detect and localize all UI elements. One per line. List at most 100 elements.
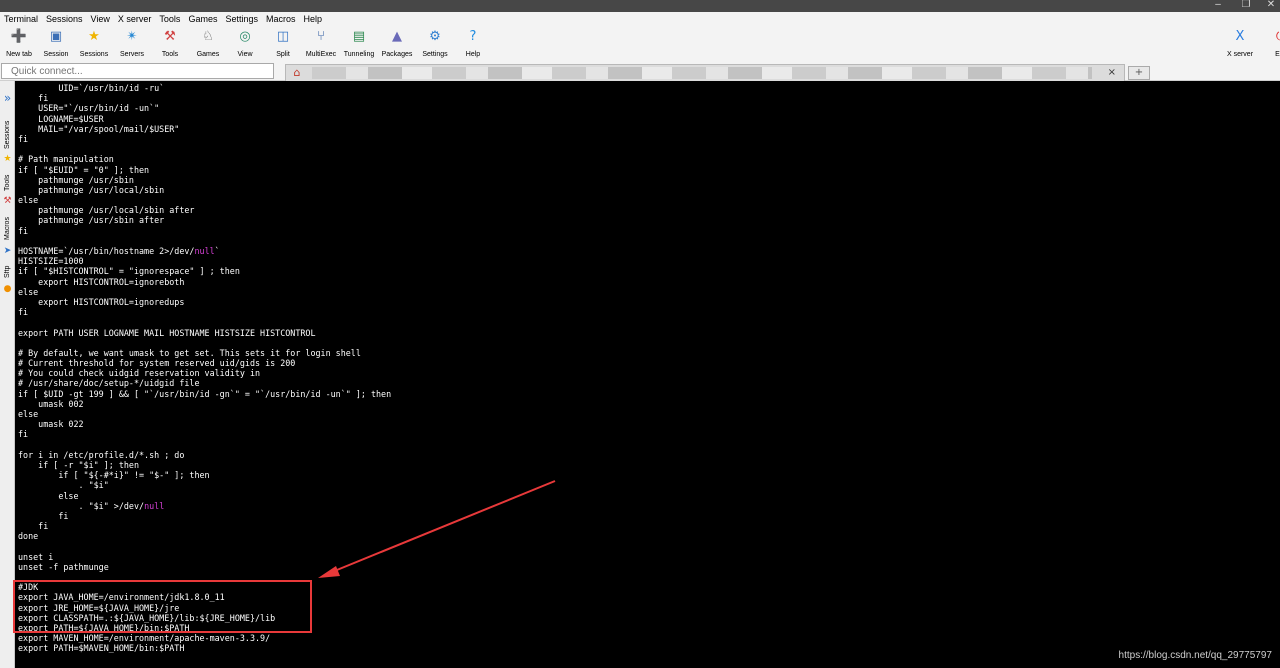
tools-icon: ⚒ — [164, 29, 176, 44]
new-tab-icon: ➕ — [10, 29, 28, 44]
split-icon: ◫ — [276, 29, 290, 44]
terminal-line: fi — [18, 510, 69, 521]
menu-terminal[interactable]: Terminal — [0, 12, 42, 26]
terminal-line: fi — [18, 225, 29, 236]
terminal-line: USER="`/usr/bin/id -un`" — [18, 103, 160, 114]
menu-help[interactable]: Help — [300, 12, 327, 26]
terminal-output: UID=`/usr/bin/id -ru` fi USER="`/usr/bin… — [18, 83, 391, 654]
tab-row: ⌂ × + — [0, 62, 1280, 81]
menu-settings[interactable]: Settings — [221, 12, 262, 26]
sidebar-tab-macros[interactable]: Macros — [1, 213, 14, 245]
terminal-line: else — [18, 490, 79, 501]
terminal-line: LOGNAME=$USER — [18, 113, 104, 124]
annotation-highlight-box — [13, 580, 312, 633]
terminal-line: unset i — [18, 551, 54, 562]
terminal-line: fi — [18, 307, 29, 318]
terminal-line: HISTSIZE=1000 — [18, 256, 84, 267]
terminal-line: export PATH=$MAVEN_HOME/bin:$PATH — [18, 643, 185, 654]
menu-macros[interactable]: Macros — [262, 12, 300, 26]
terminal-line: # By default, we want umask to get set. … — [18, 347, 361, 358]
new-tab-button[interactable]: ➕ New tab — [0, 26, 38, 62]
toolbar-label: X server — [1226, 51, 1254, 58]
terminal-line: if [ "${-#*i}" != "$-" ]; then — [18, 470, 210, 481]
help-button[interactable]: ? Help — [454, 26, 492, 62]
exit-button[interactable]: ⏻ Exit — [1262, 26, 1280, 62]
terminal-line: UID=`/usr/bin/id -ru` — [18, 83, 165, 93]
terminal-line: . "$i" — [18, 480, 109, 491]
session-button[interactable]: ▣ Session — [37, 26, 75, 62]
games-button[interactable]: ♘ Games — [189, 26, 227, 62]
toolbar-label: Tunneling — [343, 51, 375, 58]
sessions-star-icon: ★ — [3, 154, 12, 164]
settings-button[interactable]: ⚙ Settings — [416, 26, 454, 62]
sidebar-tab-tools[interactable]: Tools — [1, 171, 14, 195]
menu-tools[interactable]: Tools — [155, 12, 184, 26]
servers-button[interactable]: ✴ Servers — [113, 26, 151, 62]
toolbar-label: MultiExec — [305, 51, 337, 58]
tools-button[interactable]: ⚒ Tools — [151, 26, 189, 62]
menu-bar: Terminal Sessions View X server Tools Games Se… — [0, 12, 1280, 26]
terminal-line: fi — [18, 429, 29, 440]
terminal-line: fi — [18, 133, 29, 144]
terminal-line: if [ "$HISTCONTROL" = "ignorespace" ] ; … — [18, 266, 240, 277]
sessions-button[interactable]: ★ Sessions — [75, 26, 113, 62]
toolbar-label: Split — [276, 51, 290, 58]
expand-sidebar-chevron-icon[interactable]: » — [1, 91, 14, 105]
quick-connect-input[interactable] — [1, 63, 274, 79]
toolbar-label: Exit — [1275, 51, 1280, 58]
watermark: https://blog.csdn.net/qq_29775797 — [1118, 650, 1272, 661]
terminal-line: MAIL="/var/spool/mail/$USER" — [18, 123, 180, 134]
terminal-line: fi — [18, 521, 49, 532]
menu-x-server[interactable]: X server — [114, 12, 156, 26]
minimize-icon[interactable]: – — [1205, 0, 1231, 12]
terminal-line: # You could check uidgid reservation val… — [18, 368, 261, 379]
sessions-star-icon: ★ — [88, 29, 100, 44]
session-tab[interactable]: ⌂ × — [285, 64, 1125, 81]
toolbar-label: Games — [196, 51, 220, 58]
menu-games[interactable]: Games — [184, 12, 221, 26]
multiexec-button[interactable]: ⑂ MultiExec — [302, 26, 340, 62]
sftp-icon: ● — [3, 284, 12, 294]
split-button[interactable]: ◫ Split — [264, 26, 302, 62]
sidebar-tab-sftp[interactable]: Sftp — [1, 261, 14, 283]
terminal-line: if [ $UID -gt 199 ] && [ "`/usr/bin/id -… — [18, 388, 392, 399]
x-server-button[interactable]: X X server — [1221, 26, 1259, 62]
terminal-line: if [ "$EUID" = "0" ]; then — [18, 164, 150, 175]
terminal-line: if [ -r "$i" ]; then — [18, 459, 140, 470]
toolbar-label: Servers — [119, 51, 145, 58]
games-icon: ♘ — [202, 29, 214, 44]
terminal-line: umask 002 — [18, 398, 84, 409]
tunneling-icon: ▤ — [352, 29, 366, 44]
sidebar-tab-sessions[interactable]: Sessions — [1, 117, 14, 153]
terminal-line: # Current threshold for system reserved … — [18, 358, 296, 369]
menu-sessions[interactable]: Sessions — [42, 12, 87, 26]
toolbar-label: Packages — [381, 51, 413, 58]
terminal-line: export HISTCONTROL=ignoreboth — [18, 276, 185, 287]
tab-close-icon[interactable]: × — [1108, 66, 1116, 80]
toolbar-label: Tools — [161, 51, 179, 58]
terminal-line: else — [18, 286, 39, 297]
new-tab-plus-icon[interactable]: + — [1128, 66, 1150, 80]
packages-button[interactable]: ▲ Packages — [378, 26, 416, 62]
macros-icon: ➤ — [3, 246, 12, 256]
terminal-line: . "$i" >/dev/null — [18, 500, 165, 511]
terminal-line: # Path manipulation — [18, 154, 114, 165]
view-button[interactable]: ◎ View — [226, 26, 264, 62]
home-icon[interactable]: ⌂ — [289, 66, 305, 80]
terminal-line: export PATH USER LOGNAME MAIL HOSTNAME H… — [18, 327, 316, 338]
restore-icon[interactable]: ❐ — [1233, 0, 1259, 12]
exit-power-icon: ⏻ — [1272, 28, 1280, 46]
toolbar-label: Session — [43, 51, 69, 58]
close-window-icon[interactable]: ✕ — [1258, 0, 1280, 12]
menu-view[interactable]: View — [87, 12, 114, 26]
terminal-line: fi — [18, 93, 49, 104]
toolbar-label: View — [237, 51, 253, 58]
tunneling-button[interactable]: ▤ Tunneling — [340, 26, 378, 62]
main-toolbar: ➕ New tab ▣ Session ★ Sessions ✴ Servers ⚒ Tools ♘… — [0, 26, 1280, 62]
toolbar-label: Settings — [422, 51, 448, 58]
terminal-line: umask 022 — [18, 419, 84, 430]
